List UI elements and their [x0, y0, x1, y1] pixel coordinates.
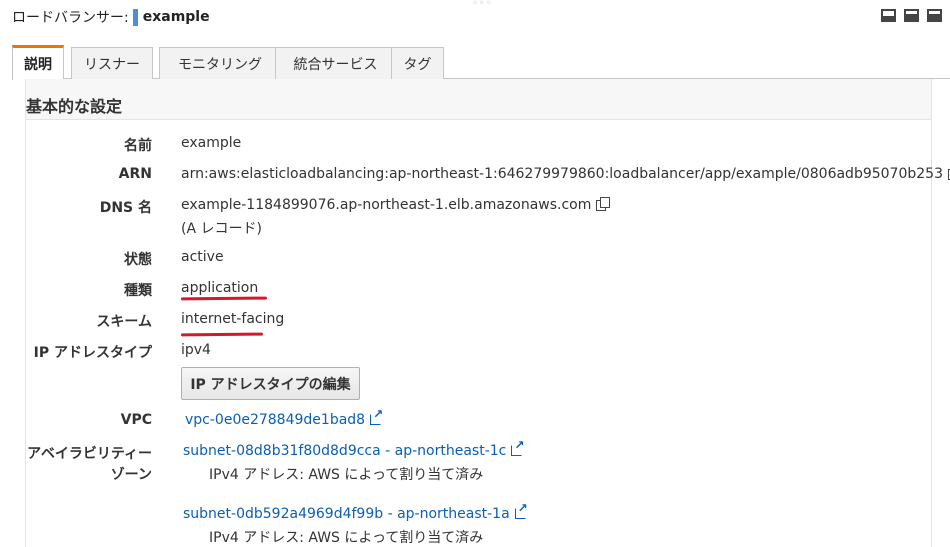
scheme-value: internet-facing [181, 311, 285, 327]
external-link-icon[interactable] [514, 501, 528, 519]
subnet-link[interactable]: subnet-08d8b31f80d8d9cca - ap-northeast-… [183, 443, 506, 459]
subnet-ip-assignment: IPv4 アドレス: AWS によって割り当て済み [209, 530, 484, 546]
subnet-row: subnet-0db592a4969d4f99b - ap-northeast-… [183, 501, 528, 522]
vpc-link[interactable]: vpc-0e0e278849de1bad8 [185, 412, 365, 428]
external-link-icon[interactable] [511, 438, 524, 456]
tab-integrated-services[interactable]: 統合サービス [275, 47, 396, 79]
dns-value: example-1184899076.ap-northeast-1.elb.am… [181, 197, 592, 213]
dns-label: DNS 名 [99, 200, 152, 216]
section-header: 基本的な設定 [26, 79, 931, 120]
full-panel-icon[interactable] [927, 9, 942, 22]
subnet-ip-assignment: IPv4 アドレス: AWS によって割り当て済み [209, 467, 484, 483]
ip-type-value: ipv4 [181, 342, 211, 358]
panel-header: ロードバランサー: example [12, 6, 942, 28]
type-label: 種類 [124, 283, 152, 299]
panel-layout-controls [881, 9, 942, 22]
load-balancer-name: example [142, 9, 210, 25]
name-label: 名前 [124, 138, 152, 154]
dns-record-type: (A レコード) [181, 221, 262, 237]
vpc-row: vpc-0e0e278849de1bad8 [185, 407, 383, 428]
arn-label: ARN [118, 166, 152, 182]
tab-tags[interactable]: タグ [391, 47, 444, 79]
external-link-icon[interactable] [370, 407, 383, 425]
tab-listeners[interactable]: リスナー [71, 47, 153, 79]
scheme-label: スキーム [96, 314, 152, 330]
tab-monitoring[interactable]: モニタリング [159, 47, 281, 79]
arn-row: arn:aws:elasticloadbalancing:ap-northeas… [181, 166, 950, 182]
state-value: active [181, 249, 224, 265]
split-panel-icon[interactable] [904, 9, 919, 22]
tab-description[interactable]: 説明 [12, 45, 64, 80]
bottom-panel-icon[interactable] [881, 9, 896, 22]
az-label-line1: アベイラビリティー [27, 446, 152, 462]
subnet-row: subnet-08d8b31f80d8d9cca - ap-northeast-… [183, 438, 524, 459]
panel-title-label: ロードバランサー: [12, 10, 129, 26]
state-label: 状態 [124, 252, 152, 268]
arn-value: arn:aws:elasticloadbalancing:ap-northeas… [181, 166, 943, 182]
name-value: example [181, 135, 242, 151]
ip-type-label: IP アドレスタイプ [33, 345, 152, 361]
subnet-link[interactable]: subnet-0db592a4969d4f99b - ap-northeast-… [183, 506, 510, 522]
section-title: 基本的な設定 [26, 97, 123, 116]
type-value: application [181, 280, 259, 296]
edit-ip-address-type-button[interactable]: IP アドレスタイプの編集 [181, 367, 360, 400]
dns-row: example-1184899076.ap-northeast-1.elb.am… [181, 197, 611, 213]
az-label-line2: ゾーン [110, 467, 152, 483]
copy-icon[interactable] [596, 197, 611, 211]
vpc-label: VPC [120, 412, 152, 428]
name-marker-icon [132, 8, 138, 26]
detail-tabs: 説明 リスナー モニタリング 統合サービス タグ [12, 45, 950, 80]
